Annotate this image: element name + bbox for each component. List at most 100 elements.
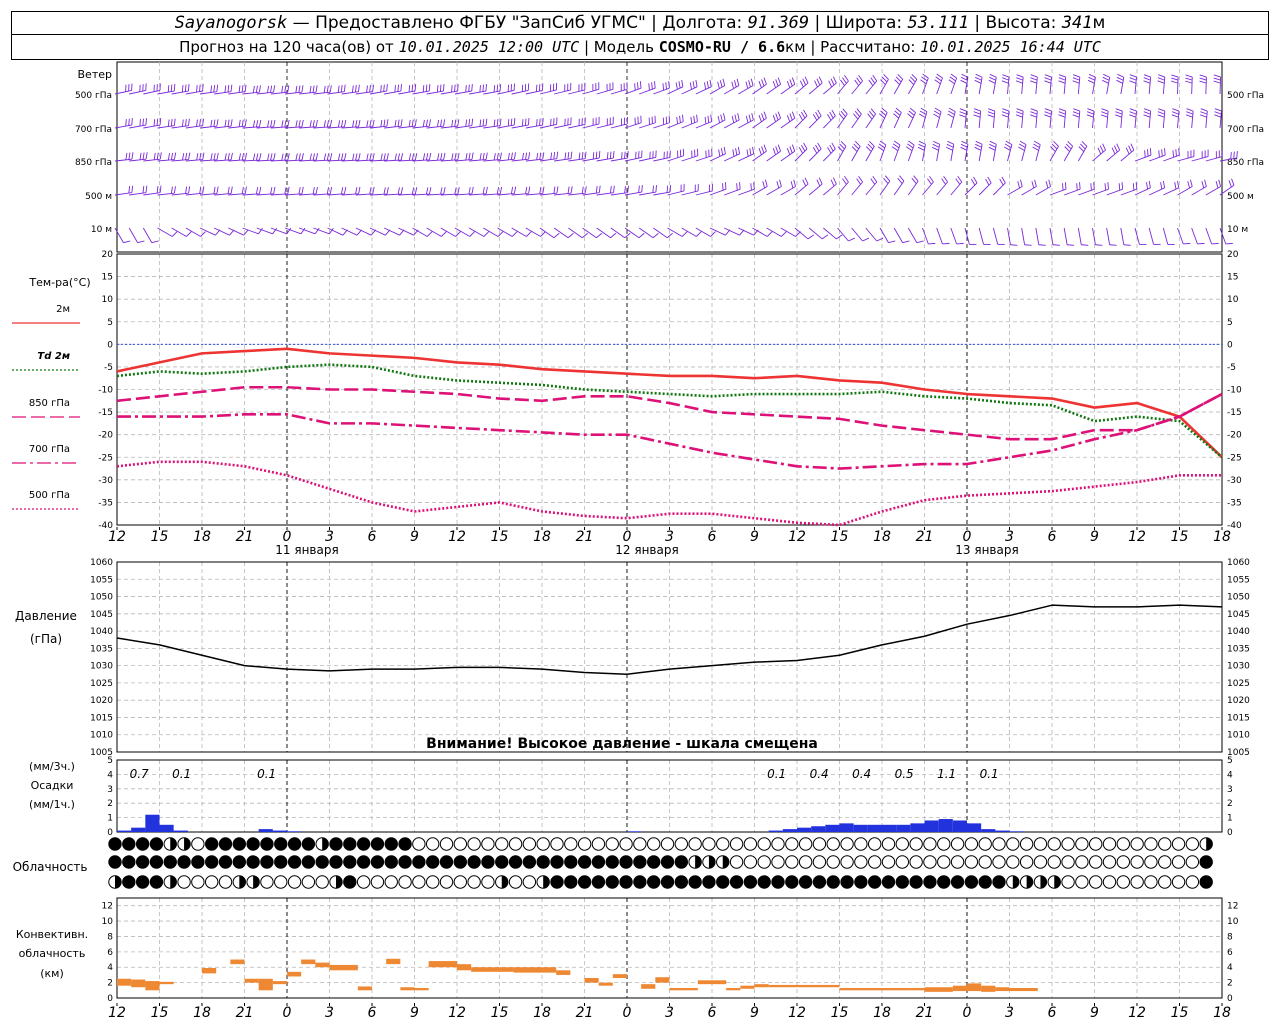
wind-barb-feather [1033, 140, 1041, 145]
wind-barb-feather [366, 120, 369, 128]
wind-barb [936, 175, 948, 196]
cloud-symbol [425, 875, 440, 889]
wind-barb-feather [1087, 108, 1095, 112]
cloud-symbol [384, 855, 398, 869]
wind-barb [1001, 108, 1010, 129]
wind-barb-feather [837, 146, 844, 152]
wind-barb [959, 108, 967, 129]
wind-barb [1171, 108, 1180, 129]
wind-barb-shaft [1191, 156, 1209, 162]
wind-barb-feather [606, 152, 609, 160]
precip-bar [853, 824, 868, 832]
wind-barb-feather [394, 85, 396, 93]
pressure-tick-right: 1055 [1227, 575, 1250, 585]
wind-barb [1106, 143, 1121, 162]
wind-barb-feather [411, 119, 414, 127]
wind-barb-feather [719, 80, 723, 88]
wind-barb-feather [188, 186, 191, 194]
wind-barb-feather [493, 85, 496, 93]
wind-barb-feather [1016, 74, 1024, 78]
wind-barb-feather [1038, 244, 1046, 246]
wind-barb-feather [173, 152, 177, 160]
wind-barb-feather [853, 143, 859, 150]
wind-barb [723, 113, 740, 129]
wind-barb-feather [908, 110, 915, 116]
wind-barb-feather [928, 242, 936, 245]
cloud-symbol [1144, 875, 1158, 889]
wind-barb-feather [1171, 77, 1179, 81]
wind-barb-feather [343, 84, 346, 92]
wind-barb-feather [816, 179, 821, 187]
wind-barb [1143, 108, 1152, 129]
wind-barb-feather [329, 153, 333, 161]
wind-barb [1120, 227, 1131, 246]
cloud-symbol [646, 875, 661, 889]
wind-barb-feather [848, 237, 855, 242]
wind-barb-feather [748, 80, 751, 88]
wind-barb-feather [284, 120, 287, 128]
wind-barb-feather [758, 81, 762, 88]
wind-barb [1015, 74, 1024, 95]
cloud-symbol [1061, 875, 1075, 889]
temperature-axis-time-tick: 12 [1128, 529, 1146, 545]
wind-barb-feather [196, 85, 198, 93]
wind-barb-feather [151, 240, 159, 244]
temperature-tick-left: 10 [102, 295, 114, 305]
wind-barb-feather [386, 187, 389, 195]
convective-segment [768, 984, 840, 988]
wind-barb [1044, 74, 1052, 95]
temperature-tick-left: -30 [98, 476, 113, 486]
wind-barb [948, 73, 958, 95]
cloud-symbol [1130, 837, 1144, 851]
cloud-symbol [633, 837, 647, 851]
wind-barb-feather [1058, 74, 1066, 78]
wind-barb-feather [1086, 114, 1094, 118]
precip-bar [981, 829, 996, 832]
wind-barb-feather [595, 151, 598, 159]
wind-barb-shaft [129, 90, 146, 95]
wind-barb-feather [1002, 74, 1010, 78]
wind-barb-shaft [780, 117, 796, 129]
wind-barb-shaft [879, 79, 889, 95]
cloud-symbol [481, 875, 495, 889]
wind-barb-feather [369, 153, 372, 161]
cloud-symbol [1047, 855, 1061, 869]
wind-barb-shaft [1077, 146, 1088, 162]
wind-barb-feather [510, 152, 513, 160]
wind-barb-feather [397, 153, 400, 161]
wind-barb-shaft [1162, 227, 1169, 245]
precip-bar [768, 830, 783, 832]
temperature-legend-label: 700 гПа [29, 444, 70, 455]
wind-barb-feather [609, 151, 612, 159]
convective-segment [612, 974, 627, 978]
cloud-symbol [881, 875, 896, 889]
wind-barb-feather [468, 187, 471, 195]
wind-barb-feather [1072, 114, 1080, 118]
wind-barb-feather [920, 79, 927, 85]
wind-barb-feather [934, 107, 942, 112]
cloud-symbol [840, 855, 854, 869]
wind-barb-shaft [681, 121, 698, 129]
convective-axis-time-tick: 21 [576, 1005, 594, 1021]
wind-barb-shaft [525, 90, 543, 95]
wind-barb-feather [184, 84, 187, 92]
precip-bar [952, 820, 967, 832]
wind-barb-feather [973, 108, 981, 112]
wind-barb-feather [188, 118, 190, 126]
convective-tick-left: 10 [102, 917, 114, 927]
temperature-axis-time-tick: 12 [108, 529, 126, 545]
wind-barb-feather [957, 175, 963, 183]
wind-barb-feather [807, 234, 815, 240]
wind-barb-shaft [1191, 227, 1198, 245]
convective-axis-time-tick: 18 [1213, 1005, 1231, 1021]
wind-barb-shaft [695, 86, 712, 95]
wind-barb-feather [465, 119, 468, 127]
precip-3h-label: 0.1 [767, 767, 786, 781]
convective-segment [428, 961, 457, 968]
wind-barb-shaft [1205, 186, 1221, 196]
wind-barb-feather [1080, 143, 1086, 150]
wind-barb [865, 74, 878, 95]
convective-axis-time-tick: 21 [916, 1005, 934, 1021]
wind-barb-feather [471, 186, 474, 194]
precip-tick-right: 1 [1227, 814, 1233, 824]
